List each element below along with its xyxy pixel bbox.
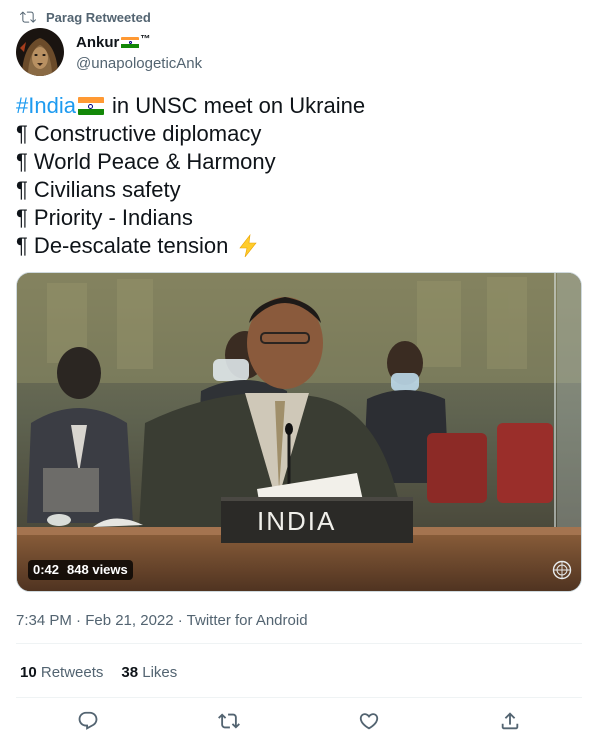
divider (16, 697, 582, 698)
user-handle[interactable]: @unapologeticAnk (76, 54, 202, 73)
retweets-label: Retweets (40, 664, 104, 681)
headline-text: in UNSC meet on Ukraine (111, 93, 366, 118)
retweet-button[interactable] (218, 710, 240, 732)
retweets-stat[interactable]: 10 Retweets (20, 664, 103, 681)
share-button[interactable] (499, 710, 521, 732)
lightning-icon (236, 234, 260, 258)
retweet-icon (20, 9, 36, 25)
reply-icon (77, 710, 99, 732)
retweeted-by[interactable]: Parag Retweeted (20, 9, 151, 25)
india-flag-icon (77, 97, 104, 115)
tweet-headline: #India in UNSC meet on Ukraine (16, 92, 365, 120)
hashtag-india-link[interactable]: #India (16, 92, 76, 120)
tweet-point-text: ¶ De-escalate tension (16, 233, 229, 258)
video-views: 848 views (67, 562, 128, 577)
tweet-point: ¶ Civilians safety (16, 177, 181, 202)
tweet-point: ¶ Priority - Indians (16, 205, 193, 230)
display-name[interactable]: Ankur ™ (76, 33, 202, 52)
tweet-point: ¶ Constructive diplomacy (16, 121, 262, 146)
likes-label: Likes (142, 664, 178, 681)
video-frame: INDIA (17, 273, 581, 591)
tweet-point-last: ¶ De-escalate tension (16, 232, 365, 260)
trademark-mark: ™ (140, 34, 151, 45)
india-nameplate-text: INDIA (257, 506, 336, 536)
india-flag-icon (121, 36, 140, 49)
share-icon (499, 710, 521, 732)
action-bar (0, 710, 598, 734)
video-info-badge: 0:42 848 views (28, 560, 133, 580)
like-icon (358, 710, 380, 732)
tweet-point: ¶ World Peace & Harmony (16, 149, 276, 174)
author-info[interactable]: Ankur ™ @unapologeticAnk (76, 33, 202, 73)
un-logo-icon (552, 560, 572, 580)
tweet-text: #India in UNSC meet on Ukraine ¶ Constru… (16, 92, 365, 260)
engagement-stats: 10 Retweets 38 Likes (20, 663, 177, 683)
video-duration: 0:42 (33, 562, 60, 577)
retweet-icon (218, 710, 240, 732)
retweeted-by-label: Parag Retweeted (46, 9, 151, 25)
avatar[interactable] (16, 28, 64, 76)
display-name-text: Ankur (76, 34, 120, 51)
likes-stat[interactable]: 38 Likes (121, 664, 177, 681)
likes-count: 38 (121, 664, 139, 681)
retweets-count: 10 (20, 664, 37, 681)
video-player[interactable]: INDIA 0:42 848 views (16, 272, 582, 592)
tweet-timestamp[interactable]: 7:34 PM · Feb 21, 2022 · Twitter for And… (16, 611, 308, 631)
divider (16, 643, 582, 644)
reply-button[interactable] (77, 710, 99, 732)
like-button[interactable] (358, 710, 380, 732)
